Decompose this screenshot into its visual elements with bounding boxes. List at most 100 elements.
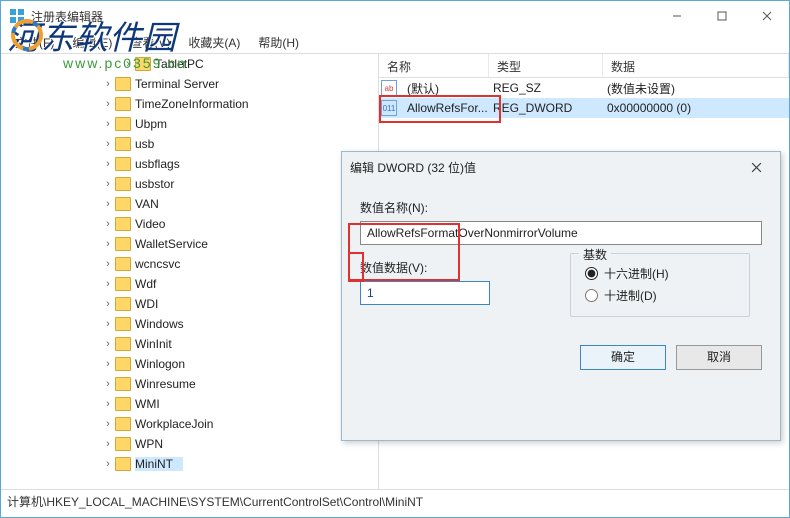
folder-icon <box>135 57 151 71</box>
chevron-right-icon[interactable]: › <box>101 358 115 370</box>
chevron-right-icon[interactable]: › <box>121 58 135 70</box>
tree-node[interactable]: ›WMI <box>1 394 378 414</box>
list-row[interactable]: ab(默认)REG_SZ(数值未设置) <box>379 78 789 98</box>
tree-node[interactable]: › WinInit <box>1 334 378 354</box>
chevron-right-icon[interactable]: › <box>101 98 115 110</box>
radio-hex-row[interactable]: 十六进制(H) <box>585 262 735 284</box>
chevron-right-icon[interactable]: › <box>101 338 115 350</box>
chevron-right-icon[interactable]: › <box>101 398 115 410</box>
tree-pane[interactable]: ›TabletPC›Terminal Server›TimeZoneInform… <box>1 54 379 489</box>
tree-node[interactable]: › usb <box>1 134 378 154</box>
tree-label: MiniNT <box>135 457 183 471</box>
tree-label: usb <box>135 137 164 151</box>
chevron-right-icon[interactable]: › <box>101 178 115 190</box>
tree-node[interactable]: › WDI <box>1 294 378 314</box>
tree-node[interactable]: › VAN <box>1 194 378 214</box>
close-button[interactable] <box>744 1 789 31</box>
chevron-right-icon[interactable]: › <box>101 138 115 150</box>
tree-node[interactable]: › Video <box>1 214 378 234</box>
chevron-right-icon[interactable]: › <box>101 158 115 170</box>
tree-label: Winresume <box>135 377 206 391</box>
chevron-right-icon[interactable]: › <box>101 258 115 270</box>
cell-name: AllowRefsFor... <box>401 100 487 116</box>
value-data-input[interactable] <box>360 281 490 305</box>
dialog-body: 数值名称(N): 数值数据(V): 基数 十六进制(H) <box>342 183 780 384</box>
folder-icon <box>115 257 131 271</box>
folder-icon <box>115 357 131 371</box>
dialog-titlebar: 编辑 DWORD (32 位)值 <box>342 152 780 183</box>
chevron-right-icon[interactable]: › <box>101 438 115 450</box>
value-name-label: 数值名称(N): <box>360 199 762 216</box>
tree-label: WinInit <box>135 337 182 351</box>
tree-node[interactable]: ›Ubpm <box>1 114 378 134</box>
tree-node[interactable]: ›Windows <box>1 314 378 334</box>
chevron-right-icon[interactable]: › <box>101 118 115 130</box>
list-header: 名称 类型 数据 <box>379 54 789 78</box>
tree-label: TabletPC <box>155 57 214 71</box>
folder-icon <box>115 97 131 111</box>
folder-icon <box>115 377 131 391</box>
titlebar: 注册表编辑器 <box>1 1 789 31</box>
folder-icon <box>115 157 131 171</box>
col-name[interactable]: 名称 <box>379 54 489 77</box>
tree-label: Video <box>135 217 175 231</box>
tree-label: Wdf <box>135 277 166 291</box>
dialog-close-button[interactable] <box>740 155 772 181</box>
tree-node[interactable]: › TabletPC <box>1 54 378 74</box>
col-data[interactable]: 数据 <box>603 54 789 77</box>
chevron-right-icon[interactable]: › <box>101 378 115 390</box>
chevron-right-icon[interactable]: › <box>101 198 115 210</box>
cancel-button[interactable]: 取消 <box>676 345 762 370</box>
minimize-button[interactable] <box>654 1 699 31</box>
chevron-right-icon[interactable]: › <box>101 278 115 290</box>
tree-node[interactable]: › Wdf <box>1 274 378 294</box>
list-row[interactable]: 011AllowRefsFor...REG_DWORD0x00000000 (0… <box>379 98 789 118</box>
tree-node[interactable]: ›Terminal Server <box>1 74 378 94</box>
radio-dec-row[interactable]: 十进制(D) <box>585 284 735 306</box>
maximize-button[interactable] <box>699 1 744 31</box>
tree-node[interactable]: › Winresume <box>1 374 378 394</box>
tree-label: WDI <box>135 297 168 311</box>
app-icon <box>9 8 25 24</box>
status-path: 计算机\HKEY_LOCAL_MACHINE\SYSTEM\CurrentCon… <box>7 495 423 509</box>
chevron-right-icon[interactable]: › <box>101 238 115 250</box>
chevron-right-icon[interactable]: › <box>101 418 115 430</box>
cell-data: 0x00000000 (0) <box>601 100 697 116</box>
list-body[interactable]: ab(默认)REG_SZ(数值未设置)011AllowRefsFor...REG… <box>379 78 789 118</box>
tree-node[interactable]: ›WorkplaceJoin <box>1 414 378 434</box>
tree-node[interactable]: ›usbstor <box>1 174 378 194</box>
tree-node[interactable]: › MiniNT <box>1 454 378 474</box>
tree-label: TimeZoneInformation <box>135 97 259 111</box>
chevron-right-icon[interactable]: › <box>101 218 115 230</box>
tree-node[interactable]: ›Winlogon <box>1 354 378 374</box>
folder-icon <box>115 77 131 91</box>
col-type[interactable]: 类型 <box>489 54 603 77</box>
dialog-title: 编辑 DWORD (32 位)值 <box>350 159 476 176</box>
tree-node[interactable]: ›wcncsvc <box>1 254 378 274</box>
regedit-window: 注册表编辑器 文件(F) 编辑(E) 查看(V) 收藏夹(A) 帮助(H) ›T… <box>0 0 790 518</box>
radio-hex[interactable] <box>585 267 598 280</box>
tree-node[interactable]: ›WPN <box>1 434 378 454</box>
chevron-right-icon[interactable]: › <box>101 318 115 330</box>
menu-edit[interactable]: 编辑(E) <box>64 32 120 53</box>
ok-button[interactable]: 确定 <box>580 345 666 370</box>
radio-dec[interactable] <box>585 289 598 302</box>
tree-label: VAN <box>135 197 169 211</box>
menu-view[interactable]: 查看(V) <box>122 32 178 53</box>
chevron-right-icon[interactable]: › <box>101 298 115 310</box>
chevron-right-icon[interactable]: › <box>101 78 115 90</box>
radio-hex-label: 十六进制(H) <box>604 265 669 282</box>
value-name-input[interactable] <box>360 221 762 245</box>
value-data-label: 数值数据(V): <box>360 259 540 276</box>
edit-dword-dialog: 编辑 DWORD (32 位)值 数值名称(N): 数值数据(V): 基数 <box>341 151 781 441</box>
cell-data: (数值未设置) <box>601 79 681 98</box>
tree-node[interactable]: ›usbflags <box>1 154 378 174</box>
menu-file[interactable]: 文件(F) <box>7 32 62 53</box>
folder-icon <box>115 137 131 151</box>
menu-fav[interactable]: 收藏夹(A) <box>180 32 248 53</box>
chevron-right-icon[interactable]: › <box>101 458 115 470</box>
tree-node[interactable]: › TimeZoneInformation <box>1 94 378 114</box>
tree-node[interactable]: ›WalletService <box>1 234 378 254</box>
menu-help[interactable]: 帮助(H) <box>250 32 307 53</box>
folder-icon <box>115 397 131 411</box>
